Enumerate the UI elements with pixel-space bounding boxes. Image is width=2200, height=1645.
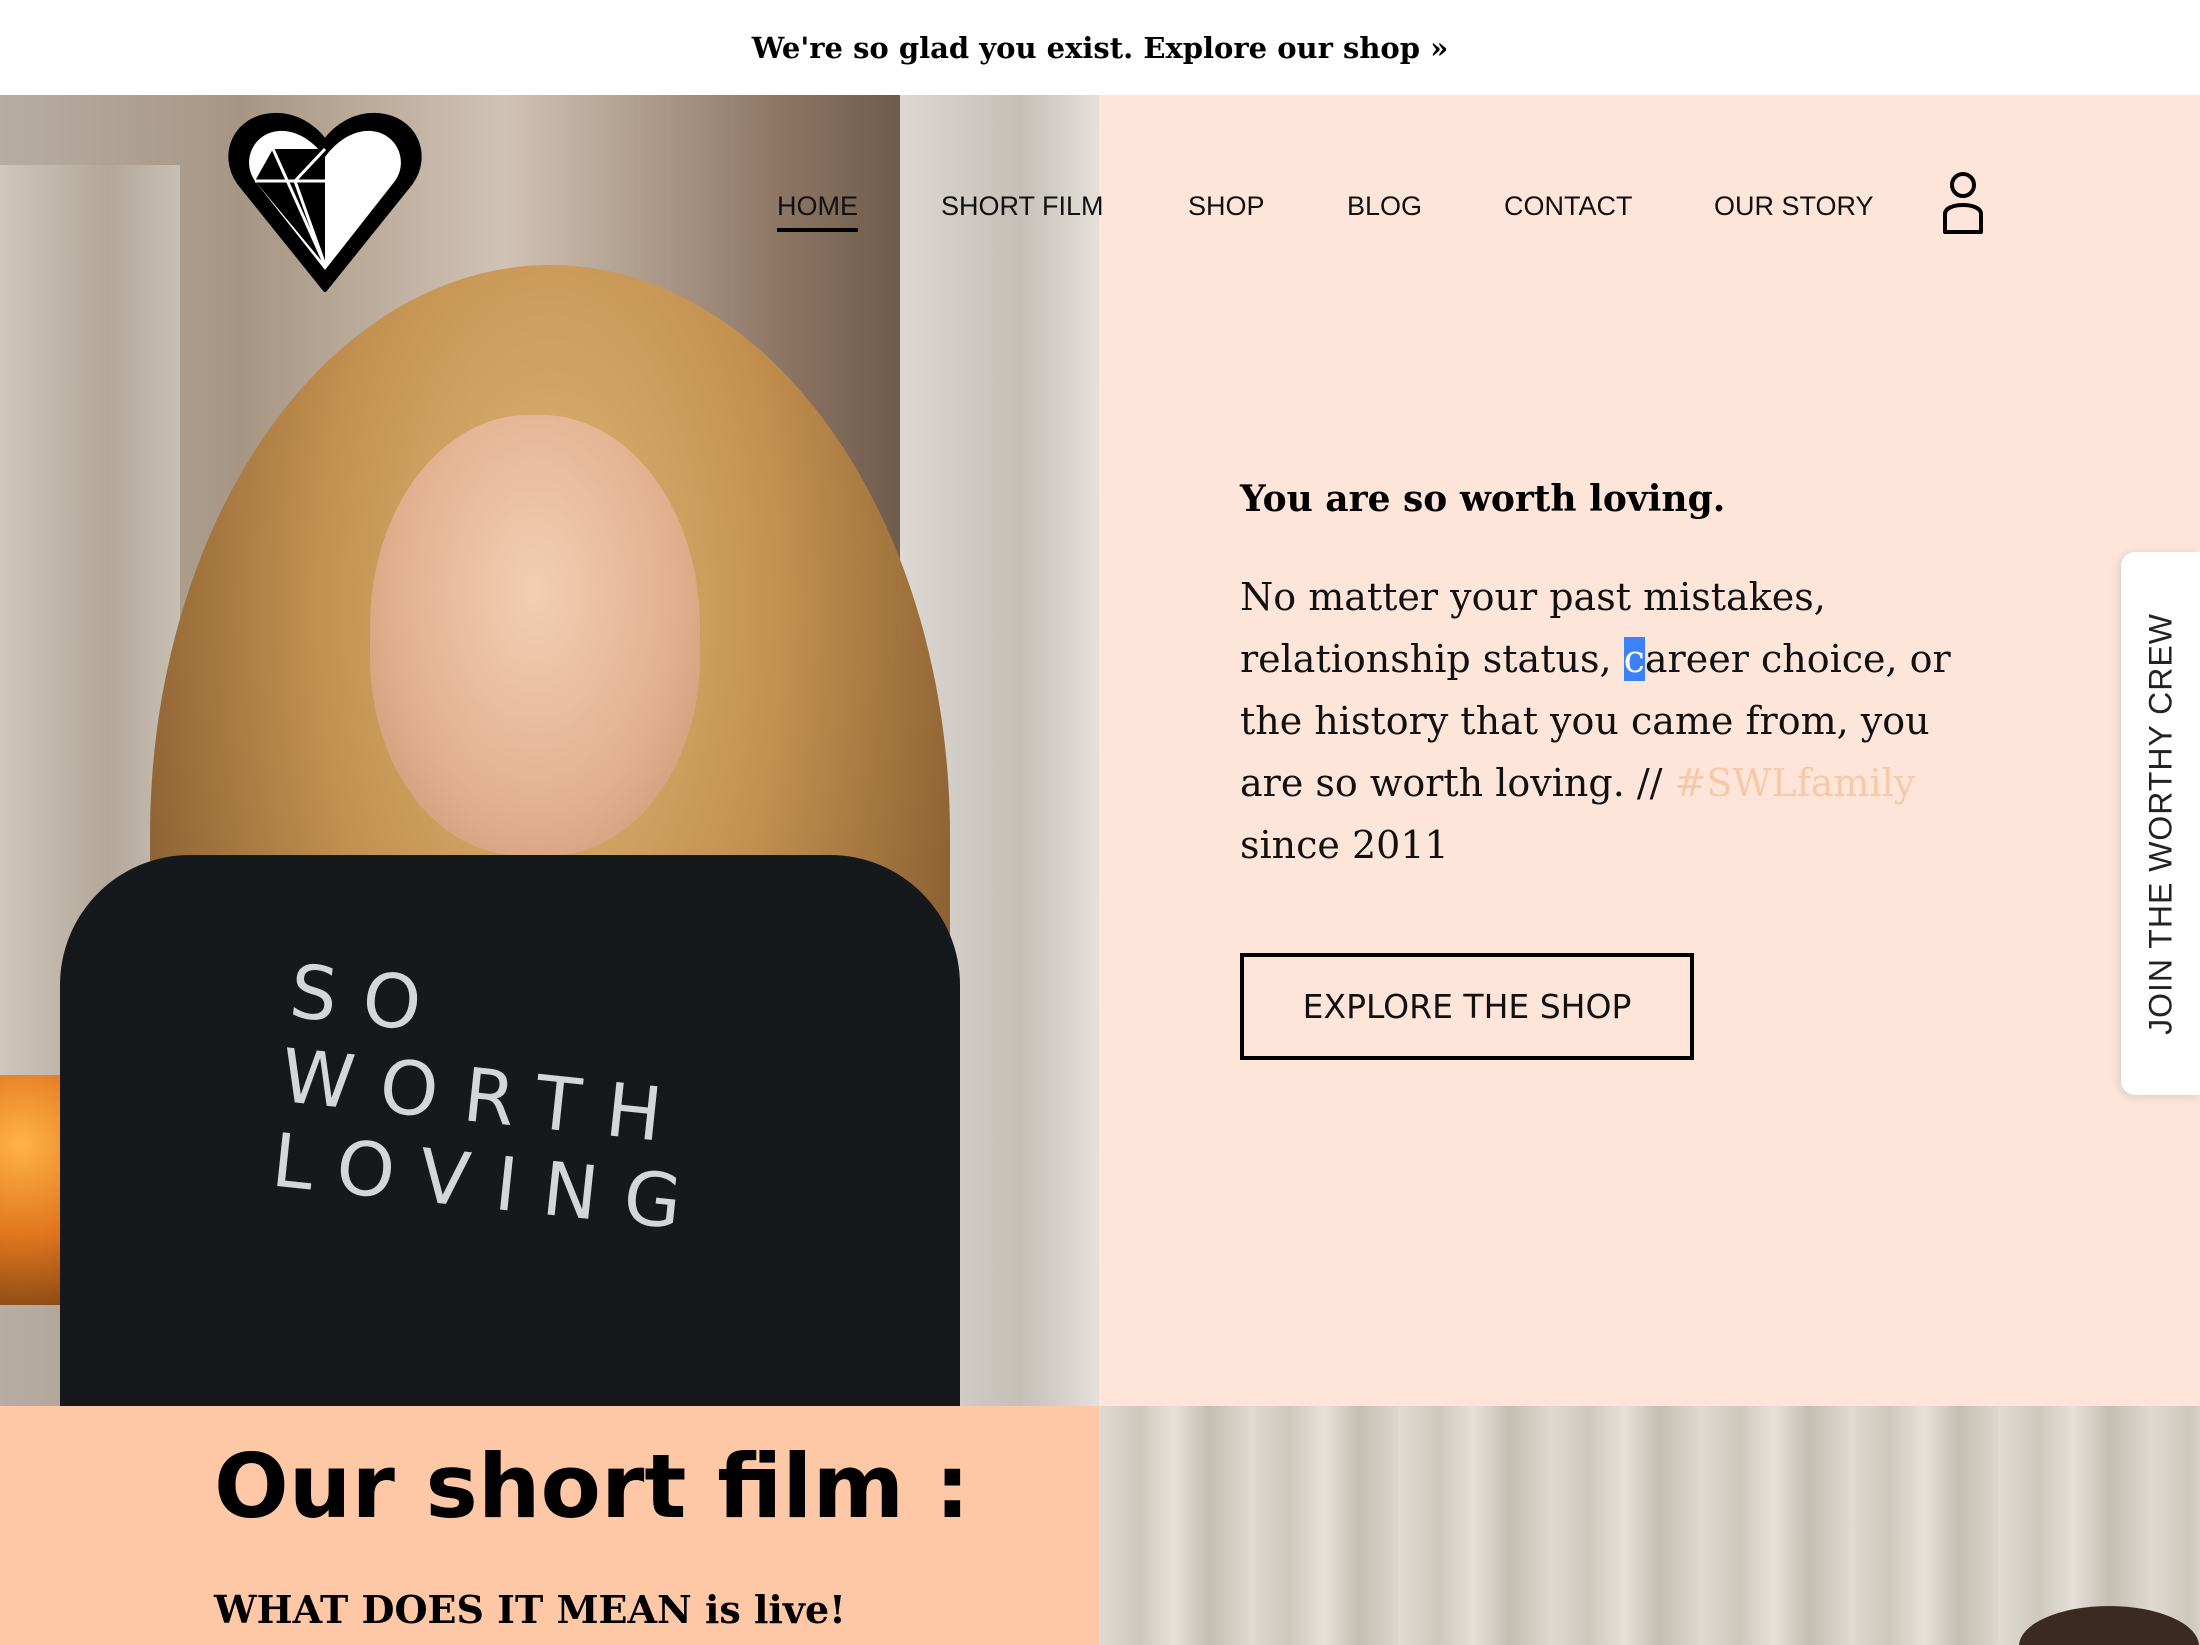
nav-blog[interactable]: BLOG <box>1347 178 1422 234</box>
hashtag-link[interactable]: #SWLfamily <box>1675 761 1916 805</box>
film-subtitle: WHAT DOES IT MEAN is live! <box>214 1587 846 1632</box>
announcement-bar: We're so glad you exist. Explore our sho… <box>0 0 2200 95</box>
film-title: Our short film : <box>214 1435 970 1538</box>
explore-shop-button[interactable]: EXPLORE THE SHOP <box>1240 953 1694 1060</box>
hero-body: No matter your past mistakes, relationsh… <box>1240 566 2000 876</box>
hero-body-text: since 2011 <box>1240 823 1449 867</box>
hero-photo: SO WORTH LOVING <box>0 95 1099 1406</box>
user-account-icon[interactable] <box>1940 170 1986 236</box>
announcement-link[interactable]: We're so glad you exist. Explore our sho… <box>752 31 1449 65</box>
hero-title: You are so worth loving. <box>1240 478 1726 520</box>
join-crew-label: JOIN THE WORTHY CREW <box>2142 612 2178 1035</box>
nav-shop[interactable]: SHOP <box>1188 178 1265 234</box>
nav-short-film[interactable]: SHORT FILM <box>941 178 1104 234</box>
nav-contact[interactable]: CONTACT <box>1504 178 1633 234</box>
photo-face <box>370 415 700 855</box>
diamond-heart-logo[interactable] <box>225 105 425 300</box>
join-crew-tab[interactable]: JOIN THE WORTHY CREW <box>2121 552 2200 1095</box>
nav-home[interactable]: HOME <box>777 178 858 234</box>
photo-figure <box>2019 1606 2199 1645</box>
text-selection: c <box>1623 637 1645 681</box>
nav-our-story[interactable]: OUR STORY <box>1714 178 1874 234</box>
film-photo <box>1099 1406 2200 1645</box>
shirt-print: SO WORTH LOVING <box>268 949 792 1256</box>
